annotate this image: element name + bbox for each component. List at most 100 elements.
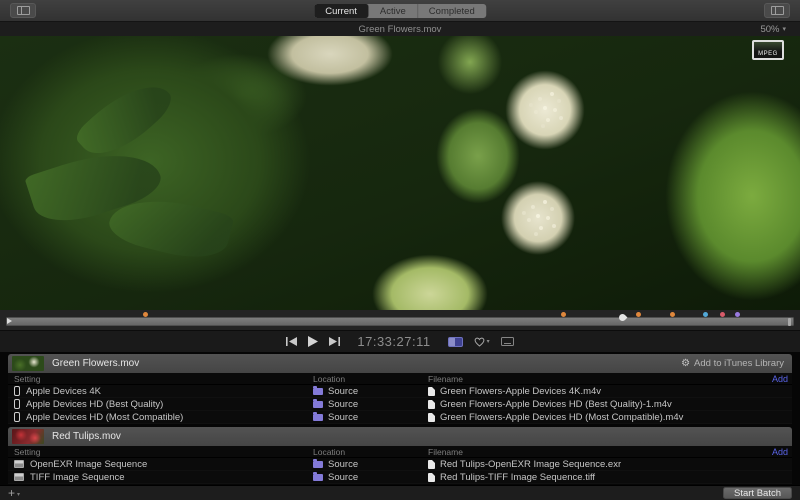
document-icon <box>428 413 435 422</box>
flower-detail <box>536 214 540 218</box>
preview-title: Green Flowers.mov <box>359 24 442 35</box>
document-icon <box>428 460 435 469</box>
device-icon <box>14 412 20 422</box>
chevron-down-icon: ▾ <box>782 25 786 33</box>
batch-list: Green Flowers.mov ⚙ Add to iTunes Librar… <box>0 352 800 485</box>
succulent-leaf <box>72 68 177 169</box>
transport-controls: 17:33:27:11 ▾ <box>0 330 800 352</box>
footer-bar: + ▾ Start Batch <box>0 485 800 500</box>
setting-cell[interactable]: TIFF Image Sequence <box>8 472 313 483</box>
plus-icon: + <box>8 487 15 499</box>
table-header: Setting Location Filename Add <box>8 446 792 458</box>
location-cell[interactable]: Source <box>313 472 428 483</box>
next-frame-button[interactable] <box>329 337 340 346</box>
compressor-window: Current Active Completed Green Flowers.m… <box>0 0 800 500</box>
timeline-marker[interactable] <box>143 312 148 317</box>
right-panel-toggle-button[interactable] <box>764 3 790 18</box>
setting-row[interactable]: TIFF Image Sequence Source Red Tulips-TI… <box>8 471 792 484</box>
tab-completed[interactable]: Completed <box>418 4 486 18</box>
start-batch-button[interactable]: Start Batch <box>723 487 792 499</box>
job-name: Red Tulips.mov <box>52 431 784 442</box>
folder-icon <box>313 388 323 395</box>
setting-cell[interactable]: Apple Devices HD (Best Quality) <box>8 399 313 410</box>
job-header[interactable]: Green Flowers.mov ⚙ Add to iTunes Librar… <box>8 354 792 373</box>
filename-cell[interactable]: Green Flowers-Apple Devices HD (Most Com… <box>428 412 758 423</box>
timeline[interactable] <box>0 310 800 330</box>
left-panel-toggle-button[interactable] <box>10 3 36 18</box>
add-setting-link[interactable]: Add <box>758 447 792 457</box>
column-header-setting: Setting <box>8 447 313 457</box>
filename-cell[interactable]: Green Flowers-Apple Devices 4K.m4v <box>428 386 758 397</box>
job-action-button[interactable]: ⚙ Add to iTunes Library <box>681 358 784 369</box>
column-header-setting: Setting <box>8 374 313 384</box>
playhead-icon[interactable] <box>7 318 12 324</box>
location-cell[interactable]: Source <box>313 412 428 423</box>
table-header: Setting Location Filename Add <box>8 373 792 385</box>
timeline-marker[interactable] <box>735 312 740 317</box>
setting-row[interactable]: Apple Devices HD (Best Quality) Source G… <box>8 398 792 411</box>
tab-active[interactable]: Active <box>369 4 418 18</box>
location-cell[interactable]: Source <box>313 459 428 470</box>
folder-icon <box>313 401 323 408</box>
setting-rows: Apple Devices 4K Source Green Flowers-Ap… <box>8 385 792 424</box>
column-header-location: Location <box>313 374 428 384</box>
marker-menu-button[interactable]: ▾ <box>474 337 490 347</box>
sidebar-icon <box>17 6 30 15</box>
play-button[interactable] <box>308 336 318 347</box>
job-header[interactable]: Red Tulips.mov ⚙ <box>8 427 792 446</box>
setting-rows: OpenEXR Image Sequence Source Red Tulips… <box>8 458 792 484</box>
inspector-icon <box>771 6 784 15</box>
document-icon <box>428 400 435 409</box>
scrubber-bar[interactable] <box>6 317 794 326</box>
chevron-down-icon: ▾ <box>487 338 490 345</box>
zoom-level-dropdown[interactable]: 50% ▾ <box>760 22 786 36</box>
setting-cell[interactable]: Apple Devices HD (Most Compatible) <box>8 412 313 423</box>
gear-icon: ⚙ <box>681 359 690 369</box>
timeline-marker[interactable] <box>703 312 708 317</box>
flower-detail <box>543 106 547 110</box>
folder-icon <box>313 474 323 481</box>
timeline-end-cap <box>788 318 791 326</box>
column-header-filename: Filename <box>428 374 758 384</box>
filename-cell[interactable]: Red Tulips-OpenEXR Image Sequence.exr <box>428 459 758 470</box>
filename-cell[interactable]: Red Tulips-TIFF Image Sequence.tiff <box>428 472 758 483</box>
column-header-filename: Filename <box>428 447 758 457</box>
job-action-label: Add to iTunes Library <box>694 358 784 369</box>
previous-frame-button[interactable] <box>286 337 297 346</box>
setting-cell[interactable]: OpenEXR Image Sequence <box>8 459 313 470</box>
batch-view-segmented-control: Current Active Completed <box>314 4 486 18</box>
heart-icon <box>474 337 485 347</box>
setting-cell[interactable]: Apple Devices 4K <box>8 386 313 397</box>
device-icon <box>14 399 20 409</box>
setting-row[interactable]: OpenEXR Image Sequence Source Red Tulips… <box>8 458 792 471</box>
add-job-button[interactable]: + ▾ <box>8 487 20 499</box>
job-thumbnail <box>12 429 44 444</box>
image-sequence-icon <box>14 460 24 468</box>
batch-job: Red Tulips.mov ⚙ Setting Location Filena… <box>8 427 792 484</box>
location-cell[interactable]: Source <box>313 386 428 397</box>
document-icon <box>428 473 435 482</box>
zoom-level-value: 50% <box>760 24 779 35</box>
setting-row[interactable]: Apple Devices 4K Source Green Flowers-Ap… <box>8 385 792 398</box>
video-preview[interactable]: MPEG <box>0 36 800 310</box>
display-icon[interactable] <box>501 337 514 346</box>
location-cell[interactable]: Source <box>313 399 428 410</box>
device-icon <box>14 386 20 396</box>
timecode-display: 17:33:27:11 <box>357 334 430 349</box>
folder-icon <box>313 461 323 468</box>
compare-icon[interactable] <box>448 337 463 347</box>
tab-current[interactable]: Current <box>314 4 369 18</box>
job-thumbnail <box>12 356 44 371</box>
document-icon <box>428 387 435 396</box>
add-setting-link[interactable]: Add <box>758 374 792 384</box>
batch-job: Green Flowers.mov ⚙ Add to iTunes Librar… <box>8 354 792 424</box>
filename-cell[interactable]: Green Flowers-Apple Devices HD (Best Qua… <box>428 399 758 410</box>
setting-row[interactable]: Apple Devices HD (Most Compatible) Sourc… <box>8 411 792 424</box>
folder-icon <box>313 414 323 421</box>
image-sequence-icon <box>14 473 24 481</box>
job-name: Green Flowers.mov <box>52 358 673 369</box>
timeline-marker[interactable] <box>670 312 675 317</box>
preview-titlebar: Green Flowers.mov 50% ▾ <box>0 22 800 36</box>
chevron-down-icon: ▾ <box>17 491 20 498</box>
column-header-location: Location <box>313 447 428 457</box>
